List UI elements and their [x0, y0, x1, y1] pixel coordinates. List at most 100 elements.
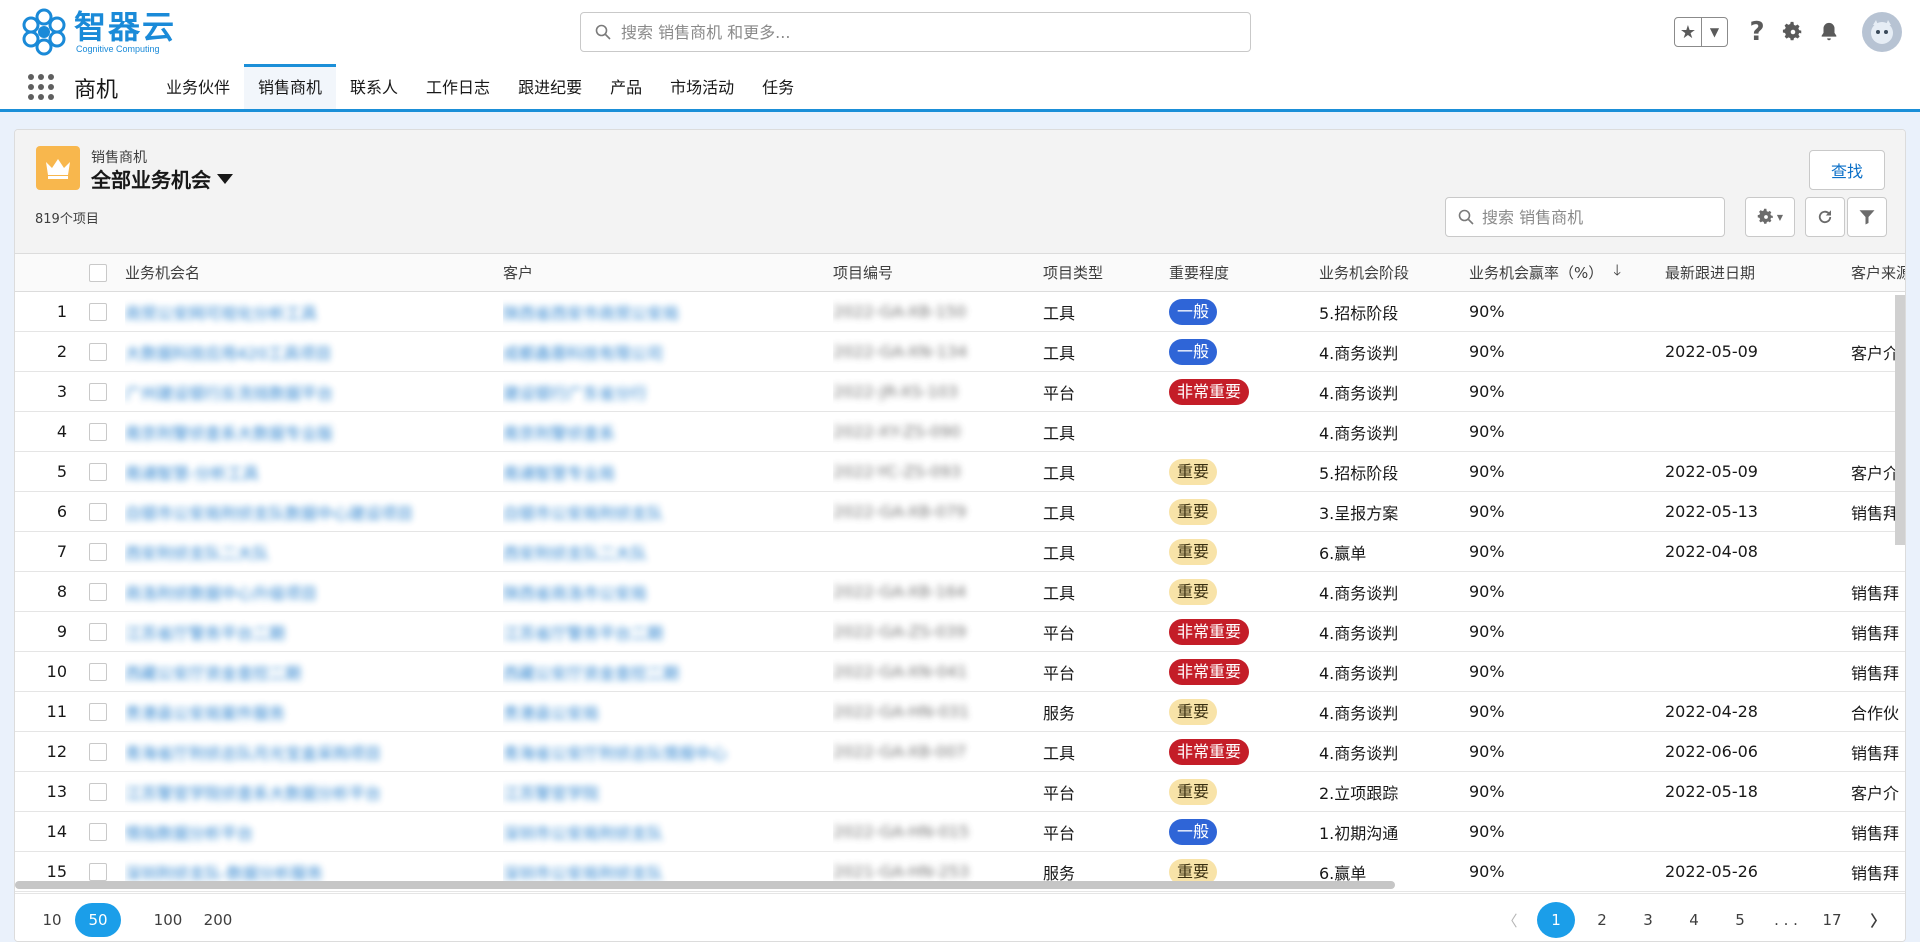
column-header-win-rate[interactable]: 业务机会赢率（%） 🡓 [1469, 254, 1659, 291]
customer-link[interactable]: 深圳市公安局刑侦支队 [503, 860, 663, 884]
row-checkbox[interactable] [89, 452, 107, 491]
app-launcher-icon[interactable] [28, 74, 54, 100]
table-row[interactable]: 6 白银市公安局刑侦支队数据中心建设项目 白银市公安局刑侦支队 2022-GA-XB-… [15, 492, 1905, 532]
opportunity-name-link[interactable]: 情指数据分析平台 [125, 820, 253, 844]
help-icon[interactable]: ? [1746, 17, 1768, 47]
row-checkbox[interactable] [89, 532, 107, 571]
row-checkbox[interactable] [89, 732, 107, 771]
find-button[interactable]: 查找 [1809, 150, 1885, 190]
opportunity-name-link[interactable]: 南京刑警侦查系大数据专业版 [125, 420, 333, 444]
nav-tab[interactable]: 联系人 [336, 64, 412, 109]
customer-link[interactable]: 贵港县公安局 [503, 700, 599, 724]
customer-link[interactable]: 陕西省商洛市公安局 [503, 580, 647, 604]
vertical-scrollbar[interactable] [1895, 295, 1905, 545]
opportunity-name-link[interactable]: 贵港县公安局案件服务 [125, 700, 285, 724]
brand-logo[interactable]: 智器云 Cognitive Computing [18, 6, 176, 58]
opportunity-name-link[interactable]: 青海省厅刑侦总队月光宝盒采购项目 [125, 740, 381, 764]
table-row[interactable]: 10 西藏公安厅资金查控二期 西藏公安厅资金查控二期 2022-GA-XN-041 平台… [15, 652, 1905, 692]
column-header-name[interactable]: 业务机会名 [125, 254, 503, 291]
table-row[interactable]: 7 西安刑侦支队二大队 西安刑侦支队二大队 工具 重要 6.赢单 90% 2022-04-08 [15, 532, 1905, 572]
row-checkbox[interactable] [89, 412, 107, 451]
opportunity-name-link[interactable]: 广州建设银行反洗钱数据平台 [125, 380, 333, 404]
table-row[interactable]: 8 商洛刑侦数据中心升级项目 陕西省商洛市公安局 2022-GA-XB-164 工具 重要… [15, 572, 1905, 612]
list-search-input[interactable] [1482, 207, 1712, 227]
table-row[interactable]: 3 广州建设银行反洗钱数据平台 建设银行广东省分行 2022-JR-XS-103 平台 非… [15, 372, 1905, 412]
page-number[interactable]: 1 [1537, 902, 1575, 938]
nav-tab[interactable]: 产品 [596, 64, 656, 109]
chevron-left-icon[interactable]: 〈 [1491, 902, 1529, 938]
row-checkbox[interactable] [89, 692, 107, 731]
table-row[interactable]: 12 青海省厅刑侦总队月光宝盒采购项目 青海省公安厅刑侦总队情报中心 2022-GA-… [15, 732, 1905, 772]
table-row[interactable]: 13 江苏警官学院侦查系大数据分析平台 江苏警官学院 平台 重要 2.立项跟踪 90% 202… [15, 772, 1905, 812]
bell-icon[interactable] [1818, 21, 1840, 43]
opportunity-name-link[interactable]: 江苏省厅警务平台二期 [125, 620, 285, 644]
page-number[interactable]: 4 [1675, 902, 1713, 938]
column-header-customer[interactable]: 客户 [503, 254, 833, 291]
customer-link[interactable]: 成都鑫蓉科技有限公司 [503, 340, 663, 364]
nav-tab[interactable]: 业务伙伴 [152, 64, 244, 109]
row-checkbox[interactable] [89, 372, 107, 411]
global-search[interactable] [580, 12, 1251, 52]
customer-link[interactable]: 白银市公安局刑侦支队 [503, 500, 663, 524]
row-checkbox[interactable] [89, 812, 107, 851]
customer-link[interactable]: 江苏警官学院 [503, 780, 599, 804]
opportunity-name-link[interactable]: 商洛刑侦数据中心升级项目 [125, 580, 317, 604]
column-header-stage[interactable]: 业务机会阶段 [1319, 254, 1463, 291]
chevron-down-icon[interactable]: ▼ [1701, 18, 1727, 46]
list-search[interactable] [1445, 197, 1725, 237]
row-checkbox[interactable] [89, 292, 107, 331]
customer-link[interactable]: 西藏公安厅资金查控二期 [503, 660, 679, 684]
customer-link[interactable]: 江苏省厅警务平台二期 [503, 620, 663, 644]
row-checkbox[interactable] [89, 652, 107, 691]
page-size-option[interactable]: 10 [35, 903, 69, 937]
nav-tab[interactable]: 工作日志 [412, 64, 504, 109]
row-checkbox[interactable] [89, 772, 107, 811]
nav-tab[interactable]: 市场活动 [656, 64, 748, 109]
customer-link[interactable]: 西安刑侦支队二大队 [503, 540, 647, 564]
global-search-input[interactable] [621, 22, 1221, 42]
row-checkbox[interactable] [89, 612, 107, 651]
customer-link[interactable]: 建设银行广东省分行 [503, 380, 647, 404]
horizontal-scrollbar[interactable] [15, 881, 1395, 889]
column-header-code[interactable]: 项目编号 [833, 254, 1037, 291]
page-number[interactable]: 3 [1629, 902, 1667, 938]
opportunity-name-link[interactable]: 白银市公安局刑侦支队数据中心建设项目 [125, 500, 413, 524]
page-number[interactable]: 5 [1721, 902, 1759, 938]
customer-link[interactable]: 深圳市公安局刑侦支队 [503, 820, 663, 844]
column-header-last-followup[interactable]: 最新跟进日期 [1665, 254, 1845, 291]
list-view-selector[interactable]: 全部业务机会 [91, 164, 233, 193]
page-size-option[interactable]: 50 [75, 903, 121, 937]
chevron-right-icon[interactable]: 〉 [1859, 902, 1897, 938]
page-number[interactable]: 2 [1583, 902, 1621, 938]
opportunity-name-link[interactable]: 商贸公安网可视化分析工具 [125, 300, 317, 324]
column-header-type[interactable]: 项目类型 [1043, 254, 1163, 291]
nav-tab[interactable]: 跟进纪要 [504, 64, 596, 109]
gear-icon[interactable] [1782, 21, 1804, 43]
page-size-option[interactable]: 200 [201, 903, 235, 937]
opportunity-name-link[interactable]: 南通智慧-分析工具 [125, 460, 259, 484]
row-checkbox[interactable] [89, 492, 107, 531]
page-number[interactable]: 17 [1813, 902, 1851, 938]
refresh-button[interactable] [1805, 197, 1845, 237]
column-header-source[interactable]: 客户来源 [1851, 254, 1905, 291]
row-checkbox[interactable] [89, 332, 107, 371]
customer-link[interactable]: 陕西省西安市商贸公安局 [503, 300, 679, 324]
nav-tab[interactable]: 销售商机 [244, 64, 337, 109]
opportunity-name-link[interactable]: 西安刑侦支队二大队 [125, 540, 269, 564]
table-row[interactable]: 14 情指数据分析平台 深圳市公安局刑侦支队 2022-GA-HN-015 平台 一般 1.… [15, 812, 1905, 852]
column-header-importance[interactable]: 重要程度 [1169, 254, 1313, 291]
user-avatar[interactable] [1862, 12, 1902, 52]
table-row[interactable]: 11 贵港县公安局案件服务 贵港县公安局 2022-GA-HN-031 服务 重要 4.商务… [15, 692, 1905, 732]
table-row[interactable]: 2 大数据科技应用420工具项目 成都鑫蓉科技有限公司 2022-GA-XN-134 工… [15, 332, 1905, 372]
select-all-checkbox[interactable] [89, 254, 107, 291]
row-checkbox[interactable] [89, 572, 107, 611]
filter-button[interactable] [1847, 197, 1887, 237]
opportunity-name-link[interactable]: 江苏警官学院侦查系大数据分析平台 [125, 780, 381, 804]
customer-link[interactable]: 青海省公安厅刑侦总队情报中心 [503, 740, 727, 764]
opportunity-name-link[interactable]: 大数据科技应用420工具项目 [125, 340, 332, 364]
table-row[interactable]: 9 江苏省厅警务平台二期 江苏省厅警务平台二期 2022-GA-ZS-039 平台 非常重… [15, 612, 1905, 652]
opportunity-name-link[interactable]: 西藏公安厅资金查控二期 [125, 660, 301, 684]
page-size-option[interactable]: 100 [151, 903, 185, 937]
nav-tab[interactable]: 任务 [748, 64, 808, 109]
customer-link[interactable]: 南通智慧专业局 [503, 460, 615, 484]
